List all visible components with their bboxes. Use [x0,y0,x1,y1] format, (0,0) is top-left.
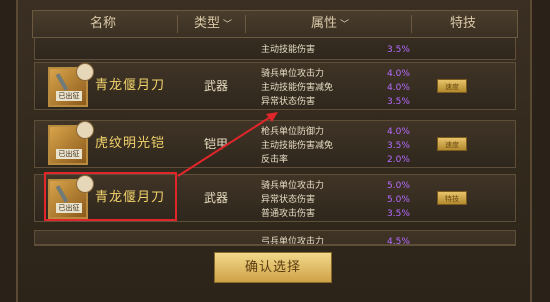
attribute-name: 普通攻击伤害 [261,209,316,219]
item-name: 青龙偃月刀 [95,78,166,93]
attribute-value: 3.5% [387,45,410,55]
deployed-badge: 已出征 [56,149,82,159]
attribute-name: 主动技能伤害 [261,45,316,55]
attribute-name: 主动技能伤害减免 [261,141,334,151]
header-name: 名称 [73,11,133,37]
list-bottom-divider [34,244,516,246]
header-skill-label: 特技 [449,16,476,31]
attribute-value: 4.5% [387,237,410,244]
header-name-label: 名称 [89,16,116,31]
attribute-name: 骑兵单位攻击力 [261,181,325,191]
header-divider [177,15,178,33]
deployed-badge: 已出征 [56,91,82,101]
list-item[interactable]: 主动技能伤害 3.5% [34,38,516,60]
attribute-value: 4.0% [387,127,410,137]
attribute-value: 2.0% [387,155,410,165]
equipment-icon: 已出征 [48,63,94,107]
item-type: 武器 [203,79,228,93]
header-attr-sort[interactable]: 属性 ﹀ [295,11,365,37]
attribute-name: 异常状态伤害 [261,195,316,205]
attribute-value: 3.5% [387,209,410,219]
skill-button[interactable]: 速度 [437,137,467,151]
attribute-value: 3.5% [387,141,410,151]
attribute-value: 5.0% [387,195,410,205]
avatar [76,121,94,139]
attribute-name: 枪兵单位防御力 [261,127,325,137]
table-header: 名称 类型 ﹀ 属性 ﹀ 特技 [32,10,518,38]
attribute-name: 反击率 [261,155,289,165]
attribute-name: 主动技能伤害减免 [261,83,334,93]
attribute-value: 5.0% [387,181,410,191]
header-divider [411,15,412,33]
header-skill: 特技 [433,11,493,37]
skill-button[interactable]: 速度 [437,79,467,93]
item-type: 铠甲 [203,137,228,151]
avatar [76,63,94,81]
chevron-down-icon: ﹀ [223,20,233,30]
confirm-selection-button[interactable]: 确认选择 [214,252,332,283]
attribute-name: 异常状态伤害 [261,97,316,107]
header-divider [245,15,246,33]
chevron-down-icon: ﹀ [340,20,350,30]
list-item[interactable]: 弓兵单位攻击力 4.5% [34,230,516,244]
attribute-value: 4.0% [387,69,410,79]
equipment-icon: 已出征 [48,121,94,165]
header-attr-label: 属性 [310,16,337,31]
attribute-name: 骑兵单位攻击力 [261,69,325,79]
blade-icon [55,73,69,91]
attribute-name: 弓兵单位攻击力 [261,237,325,244]
list-item[interactable]: 已出征 虎纹明光铠 铠甲 枪兵单位防御力 主动技能伤害减免 反击率 4.0% 3… [34,120,516,168]
list-item[interactable]: 已出征 青龙偃月刀 武器 骑兵单位攻击力 主动技能伤害减免 异常状态伤害 4.0… [34,62,516,110]
attribute-value: 4.0% [387,83,410,93]
header-type-sort[interactable]: 类型 ﹀ [183,11,243,37]
item-type: 武器 [203,191,228,205]
selection-highlight [44,172,177,221]
item-name: 虎纹明光铠 [95,136,166,151]
attribute-value: 3.5% [387,97,410,107]
header-type-label: 类型 [193,16,220,31]
skill-button[interactable]: 特技 [437,191,467,205]
